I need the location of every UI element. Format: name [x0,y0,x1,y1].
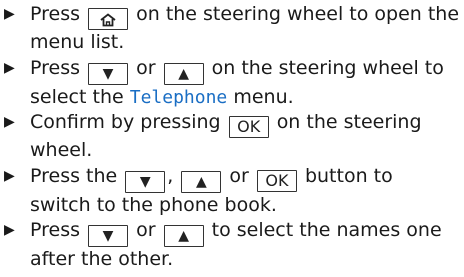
step-5: ▶ Press ▼ or ▲ to select the names one a… [0,218,464,271]
step-2-text-pre: Press [30,57,81,79]
down-key-icon: ▼ [125,171,166,193]
step-1-line2: menu list. [30,31,125,53]
step-3: ▶ Confirm by pressing OK on the steering… [0,110,464,162]
instruction-list: ▶ Press on the steering wheel to open th… [0,0,464,277]
step-4-text-pre: Press the [30,165,118,187]
step-1: ▶ Press on the steering wheel to open th… [0,2,464,54]
ok-key-icon: OK [256,170,297,192]
step-2: ▶ Press ▼ or ▲ on the steering wheel to … [0,56,464,110]
step-3-text-pre: Confirm by pressing [30,111,221,133]
step-4-or: or [229,165,249,187]
bullet-icon: ▶ [4,168,15,184]
up-key-icon: ▲ [163,225,204,247]
home-key-icon [88,8,129,30]
bullet-icon: ▶ [4,222,15,238]
step-5-line2: after the other. [30,248,174,270]
step-4: ▶ Press the ▼, ▲ or OK button to switch … [0,164,464,217]
step-4-line2: switch to the phone book. [30,194,277,216]
telephone-menu-name: Telephone [129,87,228,108]
step-3-line2: wheel. [30,139,93,161]
step-2-or: or [136,57,156,79]
down-key-icon: ▼ [88,63,129,85]
step-4-text-post: button to [304,165,393,187]
step-2-text-post: on the steering wheel to [211,57,444,79]
down-key-icon: ▼ [88,225,129,247]
step-2-line2-pre: select the [30,86,124,108]
up-key-icon: ▲ [163,63,204,85]
ok-key-icon: OK [228,116,269,138]
step-1-text-post: on the steering wheel to open the [136,3,460,25]
step-2-line2-post: menu. [233,86,294,108]
step-4-comma: , [167,165,174,187]
step-1-text-pre: Press [30,3,81,25]
bullet-icon: ▶ [4,60,15,76]
bullet-icon: ▶ [4,6,15,22]
bullet-icon: ▶ [4,114,15,130]
step-3-text-post: on the steering [276,111,422,133]
up-key-icon: ▲ [181,171,222,193]
step-5-or: or [136,219,156,241]
step-5-text-pre: Press [30,219,81,241]
step-5-text-post: to select the names one [211,219,442,241]
